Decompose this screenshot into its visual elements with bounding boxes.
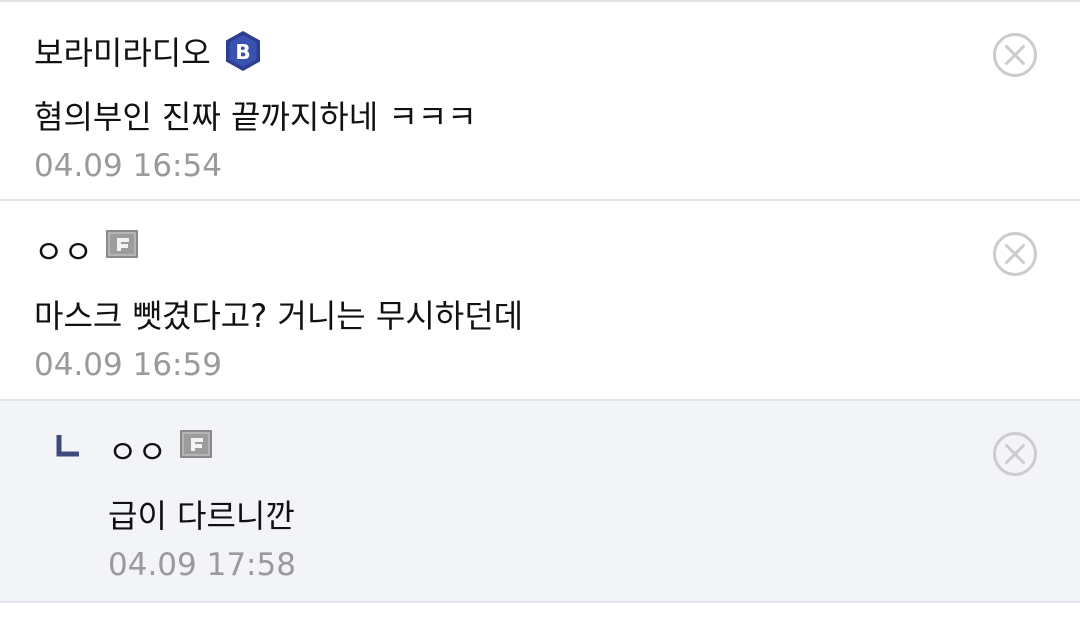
- fixed-nick-icon: [179, 430, 212, 458]
- reply-text: 급이 다르니깐: [108, 497, 295, 535]
- comment-timestamp: 04.09 16:59: [34, 347, 222, 383]
- comment-author[interactable]: ㅇㅇ: [34, 227, 93, 273]
- delete-reply-button[interactable]: [992, 431, 1038, 477]
- reply-timestamp: 04.09 17:58: [108, 547, 296, 583]
- comment-author[interactable]: 보라미라디오: [34, 28, 211, 74]
- comment-timestamp: 04.09 16:54: [34, 148, 222, 184]
- badge-letter: B: [235, 40, 250, 64]
- comment-item: 보라미라디오 B 혐의부인 진짜 끝까지하네 ㅋㅋㅋ 04.09 16:54: [0, 2, 1080, 201]
- delete-comment-button[interactable]: [992, 231, 1038, 277]
- comment-item: ㅇㅇ 마스크 뺏겼다고? 거니는 무시하던데 04.09 16:59: [0, 201, 1080, 401]
- comment-author-row: 보라미라디오 B: [34, 26, 263, 76]
- delete-comment-button[interactable]: [992, 32, 1038, 78]
- reply-author[interactable]: ㅇㅇ: [108, 427, 167, 473]
- reply-author-row: ㅇㅇ: [108, 425, 213, 475]
- comment-text: 혐의부인 진짜 끝까지하네 ㅋㅋㅋ: [34, 98, 477, 136]
- fixed-nick-icon: [105, 230, 138, 258]
- reply-item: ㅇㅇ 급이 다르니깐 04.09 17:58: [0, 401, 1080, 603]
- b-hexagon-icon: B: [225, 31, 260, 71]
- comment-author-row: ㅇㅇ: [34, 225, 139, 275]
- reply-arrow-icon: [56, 435, 79, 457]
- comment-text: 마스크 뺏겼다고? 거니는 무시하던데: [34, 297, 524, 335]
- comment-list: 보라미라디오 B 혐의부인 진짜 끝까지하네 ㅋㅋㅋ 04.09 16:54 ㅇ…: [0, 0, 1080, 619]
